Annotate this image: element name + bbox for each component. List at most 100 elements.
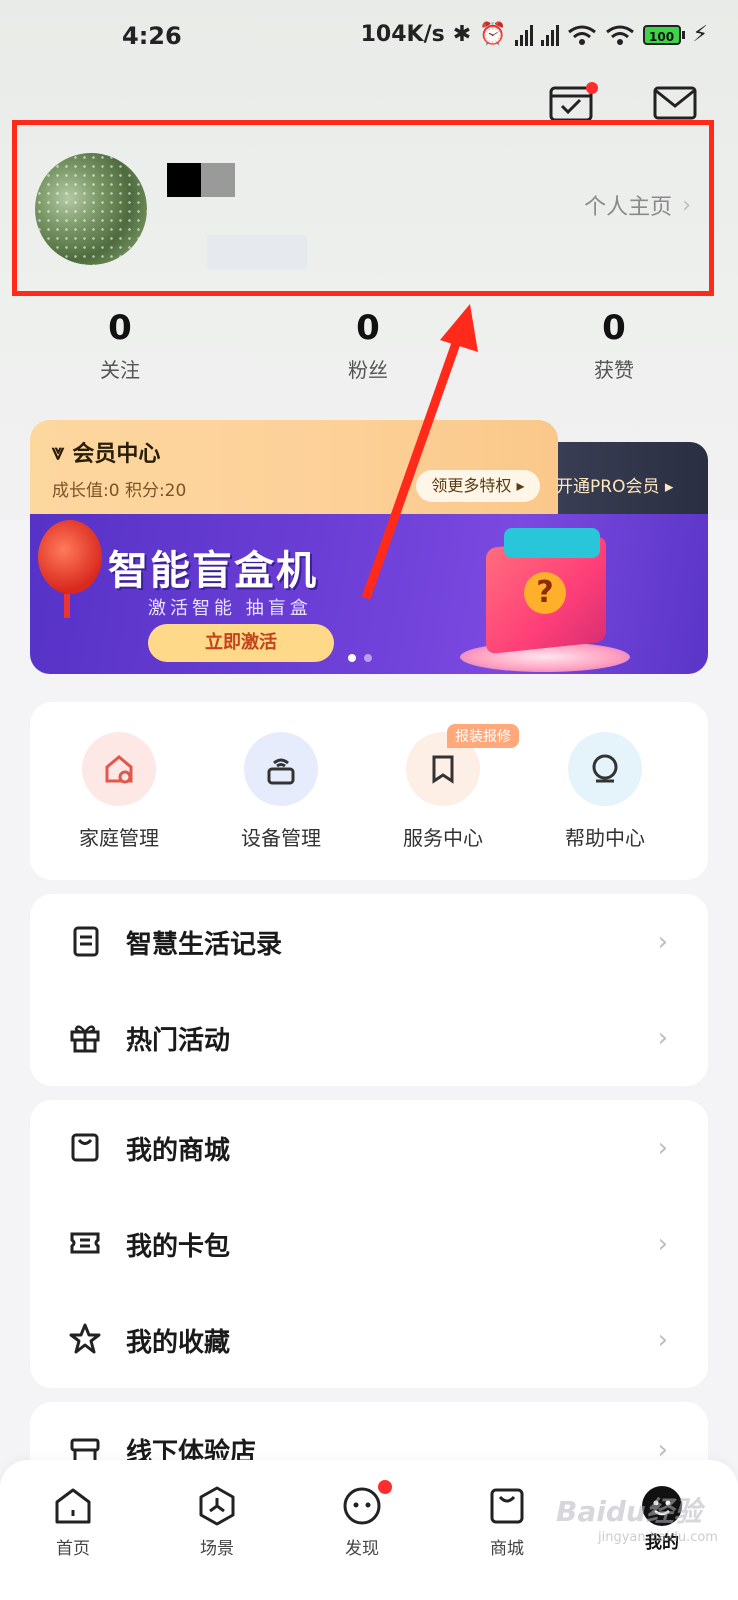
shopping-bag-icon (71, 1133, 99, 1162)
profile-link-label: 个人主页 (584, 195, 673, 220)
wifi-icon (567, 25, 596, 45)
menu-group-records: 智慧生活记录 › 热门活动 › (30, 894, 708, 1086)
baidu-watermark-url: jingyan.baidu.com (598, 1530, 718, 1545)
baidu-watermark: Baidu经验 (556, 1495, 702, 1528)
alarm-icon: ⏰ (479, 22, 507, 47)
nav-home[interactable]: 首页 (33, 1484, 113, 1559)
gift-icon (70, 1025, 100, 1053)
charging-icon: ⚡ (692, 22, 708, 47)
username-redacted (167, 163, 307, 269)
member-points: 成长值:0 积分:20 (52, 481, 187, 501)
member-center-card[interactable]: ⩔ 会员中心 成长值:0 积分:20 领更多特权 ▸ 开通PRO会员 ▸ (30, 420, 708, 514)
quick-label: 服务中心 (403, 826, 483, 850)
stat-label: 粉丝 (348, 358, 388, 382)
menu-label: 我的卡包 (126, 1231, 231, 1262)
stat-likes[interactable]: 0 获赞 (564, 308, 664, 383)
profile-card[interactable]: 个人主页 › (12, 120, 714, 296)
nav-label: 商城 (490, 1539, 524, 1559)
quick-actions-card: 家庭管理 设备管理 报装报修 服务中心 帮助中心 (30, 702, 708, 880)
menu-label: 我的收藏 (126, 1327, 231, 1358)
more-privileges-button[interactable]: 领更多特权 ▸ (416, 470, 540, 502)
menu-label: 我的商城 (126, 1135, 231, 1166)
activate-now-button[interactable]: 立即激活 (148, 624, 334, 662)
open-pro-button[interactable]: 开通PRO会员 ▸ (556, 472, 702, 497)
quick-help-center[interactable]: 帮助中心 (545, 732, 665, 851)
nav-label: 发现 (345, 1539, 379, 1559)
nav-discover[interactable]: 发现 (322, 1480, 402, 1559)
quick-label: 帮助中心 (565, 826, 645, 850)
stat-value: 0 (356, 308, 380, 348)
home-settings-icon (82, 732, 156, 806)
star-icon (69, 1323, 101, 1354)
menu-label: 智慧生活记录 (126, 929, 283, 960)
chevron-right-icon: › (657, 1133, 668, 1163)
menu-item-my-mall[interactable]: 我的商城 › (30, 1100, 708, 1196)
menu-group-mine: 我的商城 › 我的卡包 › 我的收藏 › (30, 1100, 708, 1388)
bluetooth-icon: ✱ (452, 22, 472, 47)
nav-label: 首页 (56, 1539, 90, 1559)
ticket-icon (70, 1232, 100, 1254)
profile-homepage-link[interactable]: 个人主页 › (584, 189, 691, 221)
signal-icon (540, 24, 559, 46)
blind-box-lid (504, 528, 600, 558)
privilege-label: 领更多特权 (431, 476, 512, 495)
nav-mall[interactable]: 商城 (467, 1484, 547, 1559)
carousel-dots (348, 654, 372, 662)
menu-label: 热门活动 (126, 1025, 231, 1056)
member-title-text: 会员中心 (72, 442, 161, 467)
stat-label: 获赞 (594, 358, 634, 382)
chevron-right-icon: › (657, 927, 668, 957)
notification-dot (586, 82, 598, 94)
quick-device-management[interactable]: 设备管理 (221, 732, 341, 851)
banner-subtitle: 激活智能 抽盲盒 (148, 598, 312, 619)
mall-bag-icon (490, 1488, 524, 1524)
stat-following[interactable]: 0 关注 (70, 308, 170, 383)
quick-family-management[interactable]: 家庭管理 (59, 732, 179, 851)
battery-icon: 100 (642, 24, 685, 45)
chevron-right-icon: › (657, 1325, 668, 1355)
lantern-illustration (38, 520, 102, 594)
nav-label: 场景 (200, 1539, 234, 1559)
notification-dot (378, 1480, 392, 1494)
nav-scene[interactable]: 场景 (177, 1484, 257, 1559)
menu-item-my-card-wallet[interactable]: 我的卡包 › (30, 1196, 708, 1292)
quick-service-center[interactable]: 报装报修 服务中心 (383, 724, 519, 851)
menu-item-hot-events[interactable]: 热门活动 › (30, 990, 708, 1086)
banner-title: 智能盲盒机 (108, 548, 318, 594)
net-speed: 104K/s (360, 22, 445, 47)
wifi-icon (605, 25, 634, 45)
mail-icon[interactable] (652, 82, 698, 122)
quick-label: 设备管理 (241, 826, 321, 850)
chevron-right-icon: › (657, 1229, 668, 1259)
home-icon (55, 1488, 91, 1524)
stat-followers[interactable]: 0 粉丝 (318, 308, 418, 383)
avatar[interactable] (35, 153, 147, 265)
carousel-dot (364, 654, 372, 662)
pro-label: 开通PRO会员 (556, 477, 660, 497)
stat-value: 0 (108, 308, 132, 348)
scene-icon (199, 1486, 235, 1526)
repair-tag: 报装报修 (447, 724, 519, 748)
stat-value: 0 (602, 308, 626, 348)
calendar-checkin-icon[interactable] (548, 82, 598, 122)
quick-label: 家庭管理 (79, 826, 159, 850)
lantern-tassel (64, 594, 70, 618)
promo-banner[interactable]: 智能盲盒机 激活智能 抽盲盒 立即激活 ? (30, 514, 708, 674)
device-wifi-icon (244, 732, 318, 806)
discover-icon (343, 1487, 381, 1525)
question-mark-icon: ? (524, 572, 566, 614)
status-indicators: 104K/s ✱ ⏰ 100 ⚡ (361, 22, 708, 47)
signal-icon (514, 24, 533, 46)
menu-item-my-favorites[interactable]: 我的收藏 › (30, 1292, 708, 1388)
carousel-dot-active (348, 654, 356, 662)
stat-label: 关注 (100, 358, 140, 382)
menu-item-smart-life-records[interactable]: 智慧生活记录 › (30, 894, 708, 990)
chevron-right-icon: › (657, 1023, 668, 1053)
vip-chevron-icon: ⩔ (52, 439, 65, 465)
status-bar: 4:26 104K/s ✱ ⏰ 100 ⚡ (0, 0, 738, 80)
status-time: 4:26 (122, 22, 182, 50)
help-robot-icon (568, 732, 642, 806)
document-icon (73, 926, 99, 957)
member-center-title: ⩔ 会员中心 (52, 436, 160, 468)
chevron-right-icon: › (682, 192, 691, 218)
